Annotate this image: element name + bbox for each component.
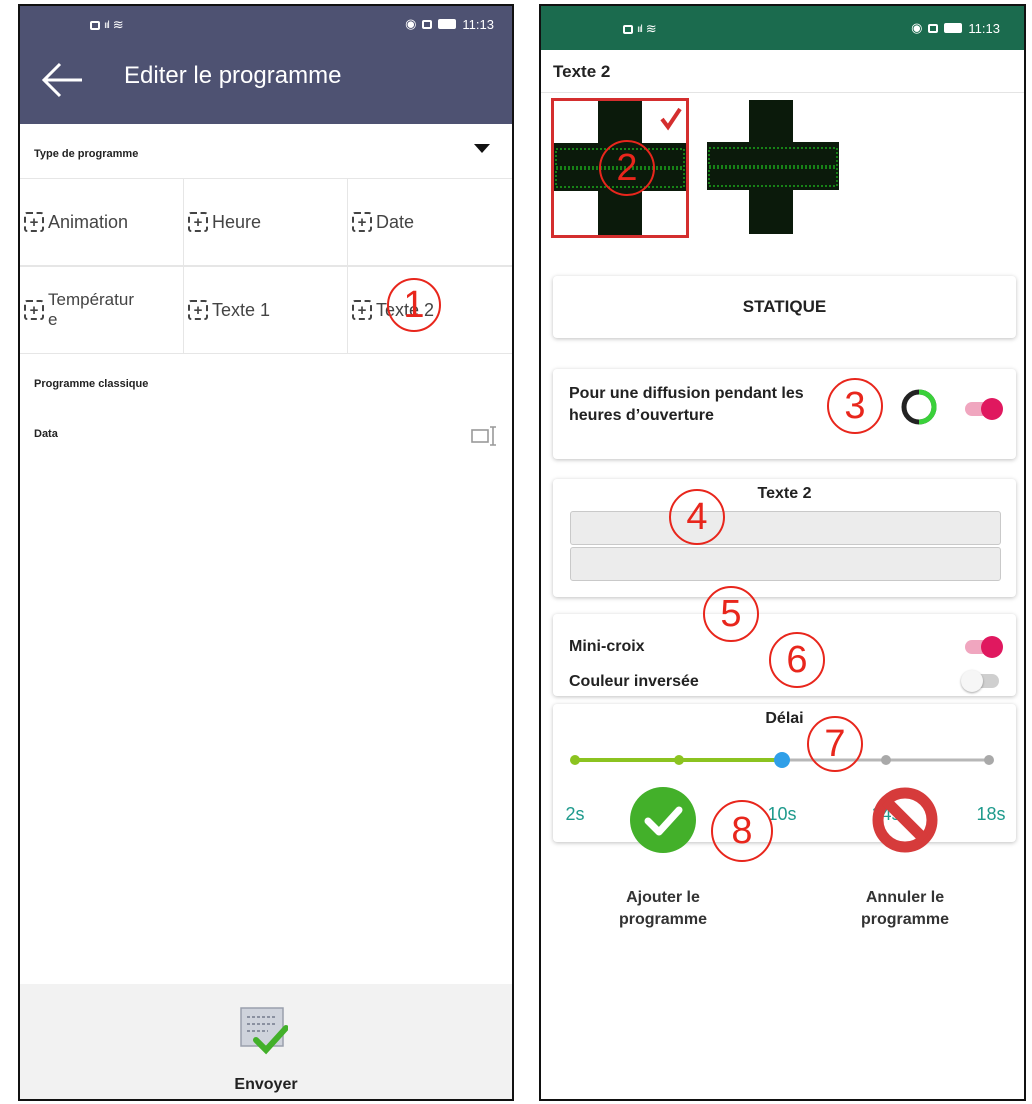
toggle-knob	[981, 398, 1003, 420]
annotation-7: 7	[807, 716, 863, 772]
annotation-6: 6	[769, 632, 825, 688]
annotation-4: 4	[669, 489, 725, 545]
wifi-icon: ≋	[112, 17, 124, 32]
bottom-bar: Envoyer	[20, 984, 512, 1099]
wifi-icon: ≋	[645, 21, 657, 36]
status-bar: ııl ≋ ◉ 11:13	[20, 6, 512, 42]
inverted-color-toggle[interactable]	[961, 670, 999, 692]
broadcast-text: Pour une diffusion pendant les heures d’…	[569, 385, 804, 424]
cancel-circle-icon	[872, 787, 938, 853]
cross-preview-icon	[707, 100, 839, 234]
back-arrow-icon[interactable]	[38, 60, 86, 100]
annotation-1: 1	[387, 278, 441, 332]
option-label: Texte 1	[212, 299, 271, 320]
mini-croix-toggle[interactable]	[965, 636, 1003, 658]
text-card: Texte 2	[553, 479, 1016, 597]
option-animation[interactable]: + Animation	[20, 178, 184, 266]
status-left: ııl ≋	[623, 21, 657, 37]
annotation-2: 2	[599, 140, 655, 196]
annotation-3: 3	[827, 378, 883, 434]
eye-icon: ◉	[911, 20, 923, 35]
broadcast-toggle[interactable]	[965, 398, 1003, 420]
left-screen: ııl ≋ ◉ 11:13 Editer le programme Type d…	[18, 4, 514, 1101]
nfc-icon	[928, 23, 939, 33]
sim-icon	[90, 20, 100, 30]
data-label: Data	[34, 428, 58, 440]
send-label[interactable]: Envoyer	[20, 1076, 512, 1094]
mode-button[interactable]: STATIQUE	[553, 276, 1016, 338]
right-screen: ııl ≋ ◉ 11:13 Texte 2 STATIQUE Pour une …	[539, 4, 1026, 1101]
check-circle-icon	[630, 787, 696, 853]
screen-title: Texte 2	[553, 62, 611, 81]
add-program-button[interactable]: Ajouter le programme	[588, 786, 738, 931]
signal-icon: ııl	[637, 23, 643, 35]
inverted-color-label: Couleur inversée	[569, 673, 699, 690]
toggle-knob	[981, 636, 1003, 658]
delay-title: Délai	[765, 710, 804, 727]
add-icon: +	[24, 300, 44, 320]
option-label: Date	[376, 211, 415, 232]
annotation-8: 8	[711, 800, 773, 862]
status-left: ııl ≋	[90, 17, 124, 33]
eye-icon: ◉	[405, 16, 417, 31]
text-card-title: Texte 2	[757, 485, 812, 502]
option-texte-1[interactable]: + Texte 1	[184, 266, 348, 354]
send-icon[interactable]	[238, 1004, 288, 1056]
clock: 11:13	[462, 16, 494, 32]
add-program-label: Ajouter le programme	[618, 889, 708, 928]
divider	[541, 92, 1024, 93]
delay-slider[interactable]	[553, 748, 1016, 772]
status-bar: ııl ≋ ◉ 11:13	[541, 6, 1024, 50]
annotation-5: 5	[703, 586, 759, 642]
add-icon: +	[352, 300, 372, 320]
nfc-icon	[422, 19, 433, 29]
option-label: Températur e	[48, 290, 134, 329]
loading-ring-icon	[901, 389, 937, 425]
preview-option[interactable]	[703, 98, 841, 238]
caret-down-icon[interactable]	[474, 144, 490, 153]
battery-icon	[438, 19, 457, 29]
sim-icon	[623, 24, 633, 34]
status-right: ◉ 11:13	[405, 16, 494, 32]
option-date[interactable]: + Date	[348, 178, 512, 266]
classic-program-label: Programme classique	[34, 378, 149, 390]
broadcast-card: Pour une diffusion pendant les heures d’…	[553, 369, 1016, 459]
mini-croix-label: Mini-croix	[569, 638, 645, 655]
option-temperature[interactable]: + Températur e	[20, 266, 184, 354]
add-icon: +	[24, 212, 44, 232]
battery-icon	[944, 23, 963, 33]
page-title: Editer le programme	[124, 62, 342, 89]
text-line-1-input[interactable]	[570, 511, 1001, 545]
option-label: Animation	[48, 211, 129, 232]
add-icon: +	[352, 212, 372, 232]
status-right: ◉ 11:13	[911, 20, 1000, 36]
toggle-knob	[961, 670, 983, 692]
cancel-program-button[interactable]: Annuler le programme	[830, 786, 980, 931]
option-label: Heure	[212, 211, 262, 232]
program-type-label[interactable]: Type de programme	[34, 148, 138, 160]
add-icon: +	[188, 212, 208, 232]
text-line-2-input[interactable]	[570, 547, 1001, 581]
app-bar: Editer le programme	[20, 42, 512, 124]
cancel-program-label: Annuler le programme	[860, 889, 950, 928]
clock: 11:13	[968, 20, 1000, 36]
add-icon: +	[188, 300, 208, 320]
signal-icon: ııl	[104, 19, 110, 31]
option-heure[interactable]: + Heure	[184, 178, 348, 266]
text-cursor-icon[interactable]	[470, 424, 498, 448]
program-type-grid: + Animation + Heure + Date + Températur …	[20, 178, 512, 354]
